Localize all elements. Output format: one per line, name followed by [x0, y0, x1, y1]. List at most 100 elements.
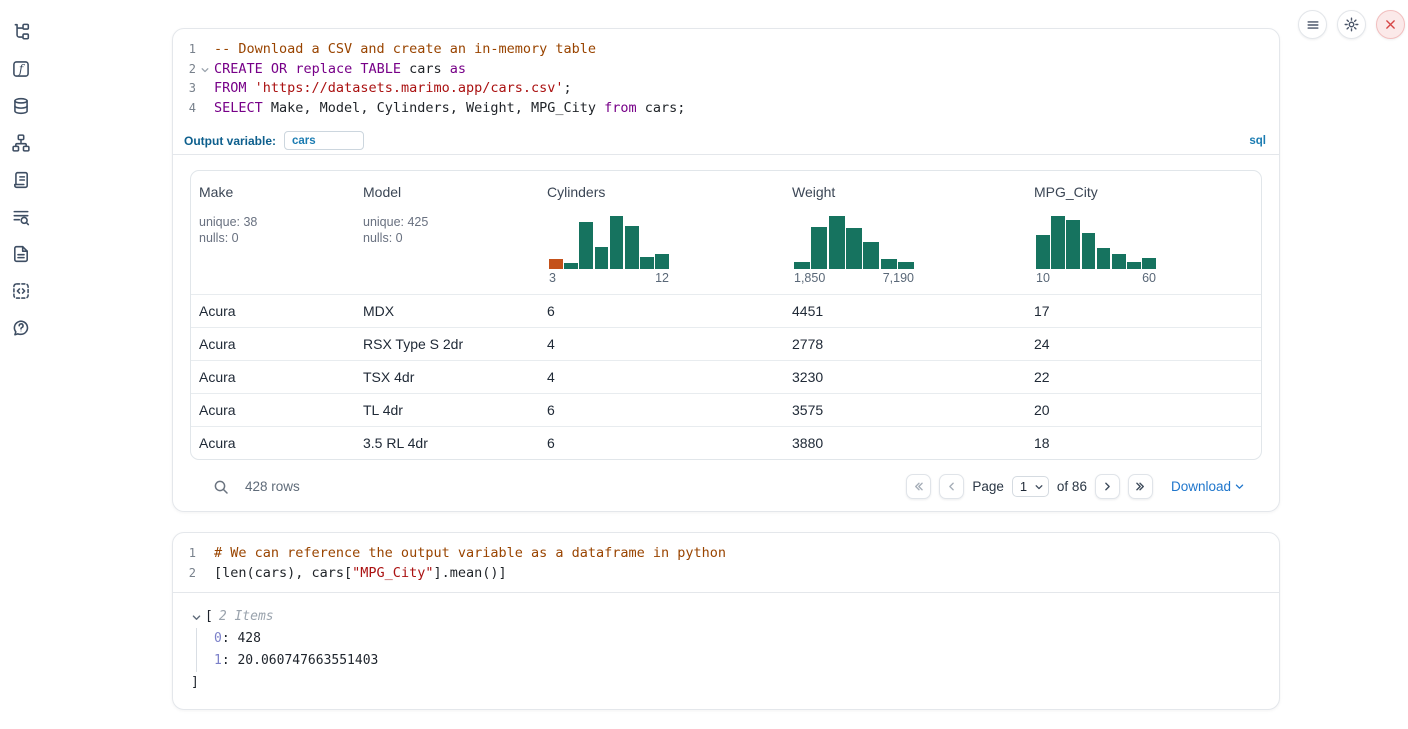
- logs-icon[interactable]: [12, 171, 30, 189]
- file-explorer-icon[interactable]: [12, 23, 30, 41]
- documentation-icon[interactable]: [12, 245, 30, 263]
- topbar-controls: [1298, 10, 1405, 39]
- page-select-value: 1: [1020, 479, 1027, 494]
- fold-chevron-icon[interactable]: [198, 60, 211, 80]
- histogram-bar: [794, 262, 810, 269]
- chevrons-right-icon: [1134, 480, 1147, 493]
- line-number: 2: [173, 564, 196, 584]
- code-line[interactable]: 2 [len(cars), cars["MPG_City"].mean()]: [173, 564, 1279, 584]
- data-table: Makeunique: 38nulls: 0Modelunique: 425nu…: [190, 170, 1262, 460]
- fold-slot: [198, 544, 211, 564]
- download-label: Download: [1171, 479, 1231, 494]
- histogram-bar: [640, 257, 654, 269]
- line-number: 2: [173, 60, 196, 80]
- histogram-axis-labels: 1,8507,190: [794, 271, 914, 285]
- code-line[interactable]: 3FROM 'https://datasets.marimo.app/cars.…: [173, 79, 1279, 99]
- histogram-bar: [655, 254, 669, 269]
- row-count: 428 rows: [245, 479, 300, 494]
- tree-close-bracket: ]: [191, 672, 1262, 694]
- code-text: [len(cars), cars["MPG_City"].mean()]: [214, 564, 507, 584]
- table-cell: TL 4dr: [355, 402, 539, 418]
- table-row[interactable]: AcuraTL 4dr6357520: [191, 393, 1261, 426]
- table-cell: Acura: [191, 303, 355, 319]
- histogram-bar: [1112, 254, 1126, 269]
- code-text: -- Download a CSV and create an in-memor…: [214, 40, 596, 60]
- line-number: 3: [173, 79, 196, 99]
- table-footer: 428 rows Page: [207, 472, 1245, 502]
- datasources-icon[interactable]: [12, 97, 30, 115]
- column-header-model[interactable]: Modelunique: 425nulls: 0: [355, 171, 539, 294]
- download-button[interactable]: Download: [1171, 479, 1245, 494]
- histogram-bar: [564, 263, 578, 269]
- tree-root-row: [ 2 Items: [191, 606, 1262, 628]
- histogram-mpg_city: 1060: [1036, 216, 1156, 285]
- table-cell: 22: [1026, 369, 1261, 385]
- tree-open-bracket: [: [205, 606, 213, 628]
- column-stats: unique: 38nulls: 0: [199, 214, 347, 247]
- line-number: 1: [173, 40, 196, 60]
- output-variable-input[interactable]: [284, 131, 364, 150]
- sql-cell: 1 -- Download a CSV and create an in-memo…: [172, 28, 1280, 512]
- shutdown-button[interactable]: [1376, 10, 1405, 39]
- dependency-graph-icon[interactable]: [12, 134, 30, 152]
- previous-page-button[interactable]: [939, 474, 964, 499]
- histogram-bar: [881, 259, 897, 269]
- next-page-button[interactable]: [1095, 474, 1120, 499]
- help-icon[interactable]: [12, 319, 30, 337]
- table-cell: 6: [539, 402, 784, 418]
- code-line[interactable]: 2 CREATE OR replace TABLE cars as: [173, 60, 1279, 80]
- table-cell: 18: [1026, 435, 1261, 451]
- sql-code-editor[interactable]: 1 -- Download a CSV and create an in-memo…: [173, 29, 1279, 128]
- chevron-right-icon: [1101, 480, 1114, 493]
- table-cell: Acura: [191, 336, 355, 352]
- page-select[interactable]: 1: [1012, 476, 1049, 497]
- helper-sidebar: f: [0, 0, 42, 729]
- column-header-cylinders[interactable]: Cylinders 312: [539, 171, 784, 294]
- code-line[interactable]: 1# We can reference the output variable …: [173, 544, 1279, 564]
- gear-icon: [1344, 17, 1359, 32]
- tree-items-count: 2 Items: [219, 606, 274, 628]
- histogram-bar: [1051, 216, 1065, 269]
- variables-icon[interactable]: f: [12, 60, 30, 78]
- snippets-icon[interactable]: [12, 282, 30, 300]
- histogram-bar: [549, 259, 563, 269]
- code-line[interactable]: 4SELECT Make, Model, Cylinders, Weight, …: [173, 99, 1279, 119]
- outline-search-icon[interactable]: [12, 208, 30, 226]
- page-label: Page: [972, 479, 1004, 494]
- chevron-down-icon: [1234, 481, 1245, 492]
- column-header-make[interactable]: Makeunique: 38nulls: 0: [191, 171, 355, 294]
- language-badge: sql: [1249, 135, 1266, 147]
- table-row[interactable]: AcuraMDX6445117: [191, 294, 1261, 327]
- code-text: # We can reference the output variable a…: [214, 544, 726, 564]
- line-number: 4: [173, 99, 196, 119]
- column-title: MPG_City: [1034, 184, 1253, 201]
- fold-slot: [198, 79, 211, 99]
- last-page-button[interactable]: [1128, 474, 1153, 499]
- table-cell: 3880: [784, 435, 1026, 451]
- column-header-mpg_city[interactable]: MPG_City 1060: [1026, 171, 1261, 294]
- table-row[interactable]: Acura3.5 RL 4dr6388018: [191, 426, 1261, 459]
- code-text: CREATE OR replace TABLE cars as: [214, 60, 466, 80]
- table-cell: 6: [539, 303, 784, 319]
- table-cell: 4: [539, 336, 784, 352]
- column-stats: unique: 425nulls: 0: [363, 214, 531, 247]
- svg-text:f: f: [18, 62, 26, 76]
- column-header-weight[interactable]: Weight1,8507,190: [784, 171, 1026, 294]
- table-row[interactable]: AcuraRSX Type S 2dr4277824: [191, 327, 1261, 360]
- python-code-editor[interactable]: 1# We can reference the output variable …: [173, 533, 1279, 592]
- chevron-left-icon: [945, 480, 958, 493]
- settings-button[interactable]: [1337, 10, 1366, 39]
- first-page-button[interactable]: [906, 474, 931, 499]
- chevrons-left-icon: [912, 480, 925, 493]
- python-output-area: [ 2 Items 0: 4281: 20.060747663551403 ]: [173, 592, 1279, 706]
- menu-button[interactable]: [1298, 10, 1327, 39]
- histogram-axis-labels: 1060: [1036, 271, 1156, 285]
- code-line[interactable]: 1 -- Download a CSV and create an in-memo…: [173, 40, 1279, 60]
- search-icon[interactable]: [213, 479, 229, 495]
- column-title: Cylinders: [547, 184, 776, 201]
- histogram-cylinders: 312: [549, 216, 669, 285]
- table-body: AcuraMDX6445117AcuraRSX Type S 2dr427782…: [191, 294, 1261, 459]
- chevron-down-icon[interactable]: [191, 612, 202, 623]
- table-row[interactable]: AcuraTSX 4dr4323022: [191, 360, 1261, 393]
- histogram-bar: [1142, 258, 1156, 269]
